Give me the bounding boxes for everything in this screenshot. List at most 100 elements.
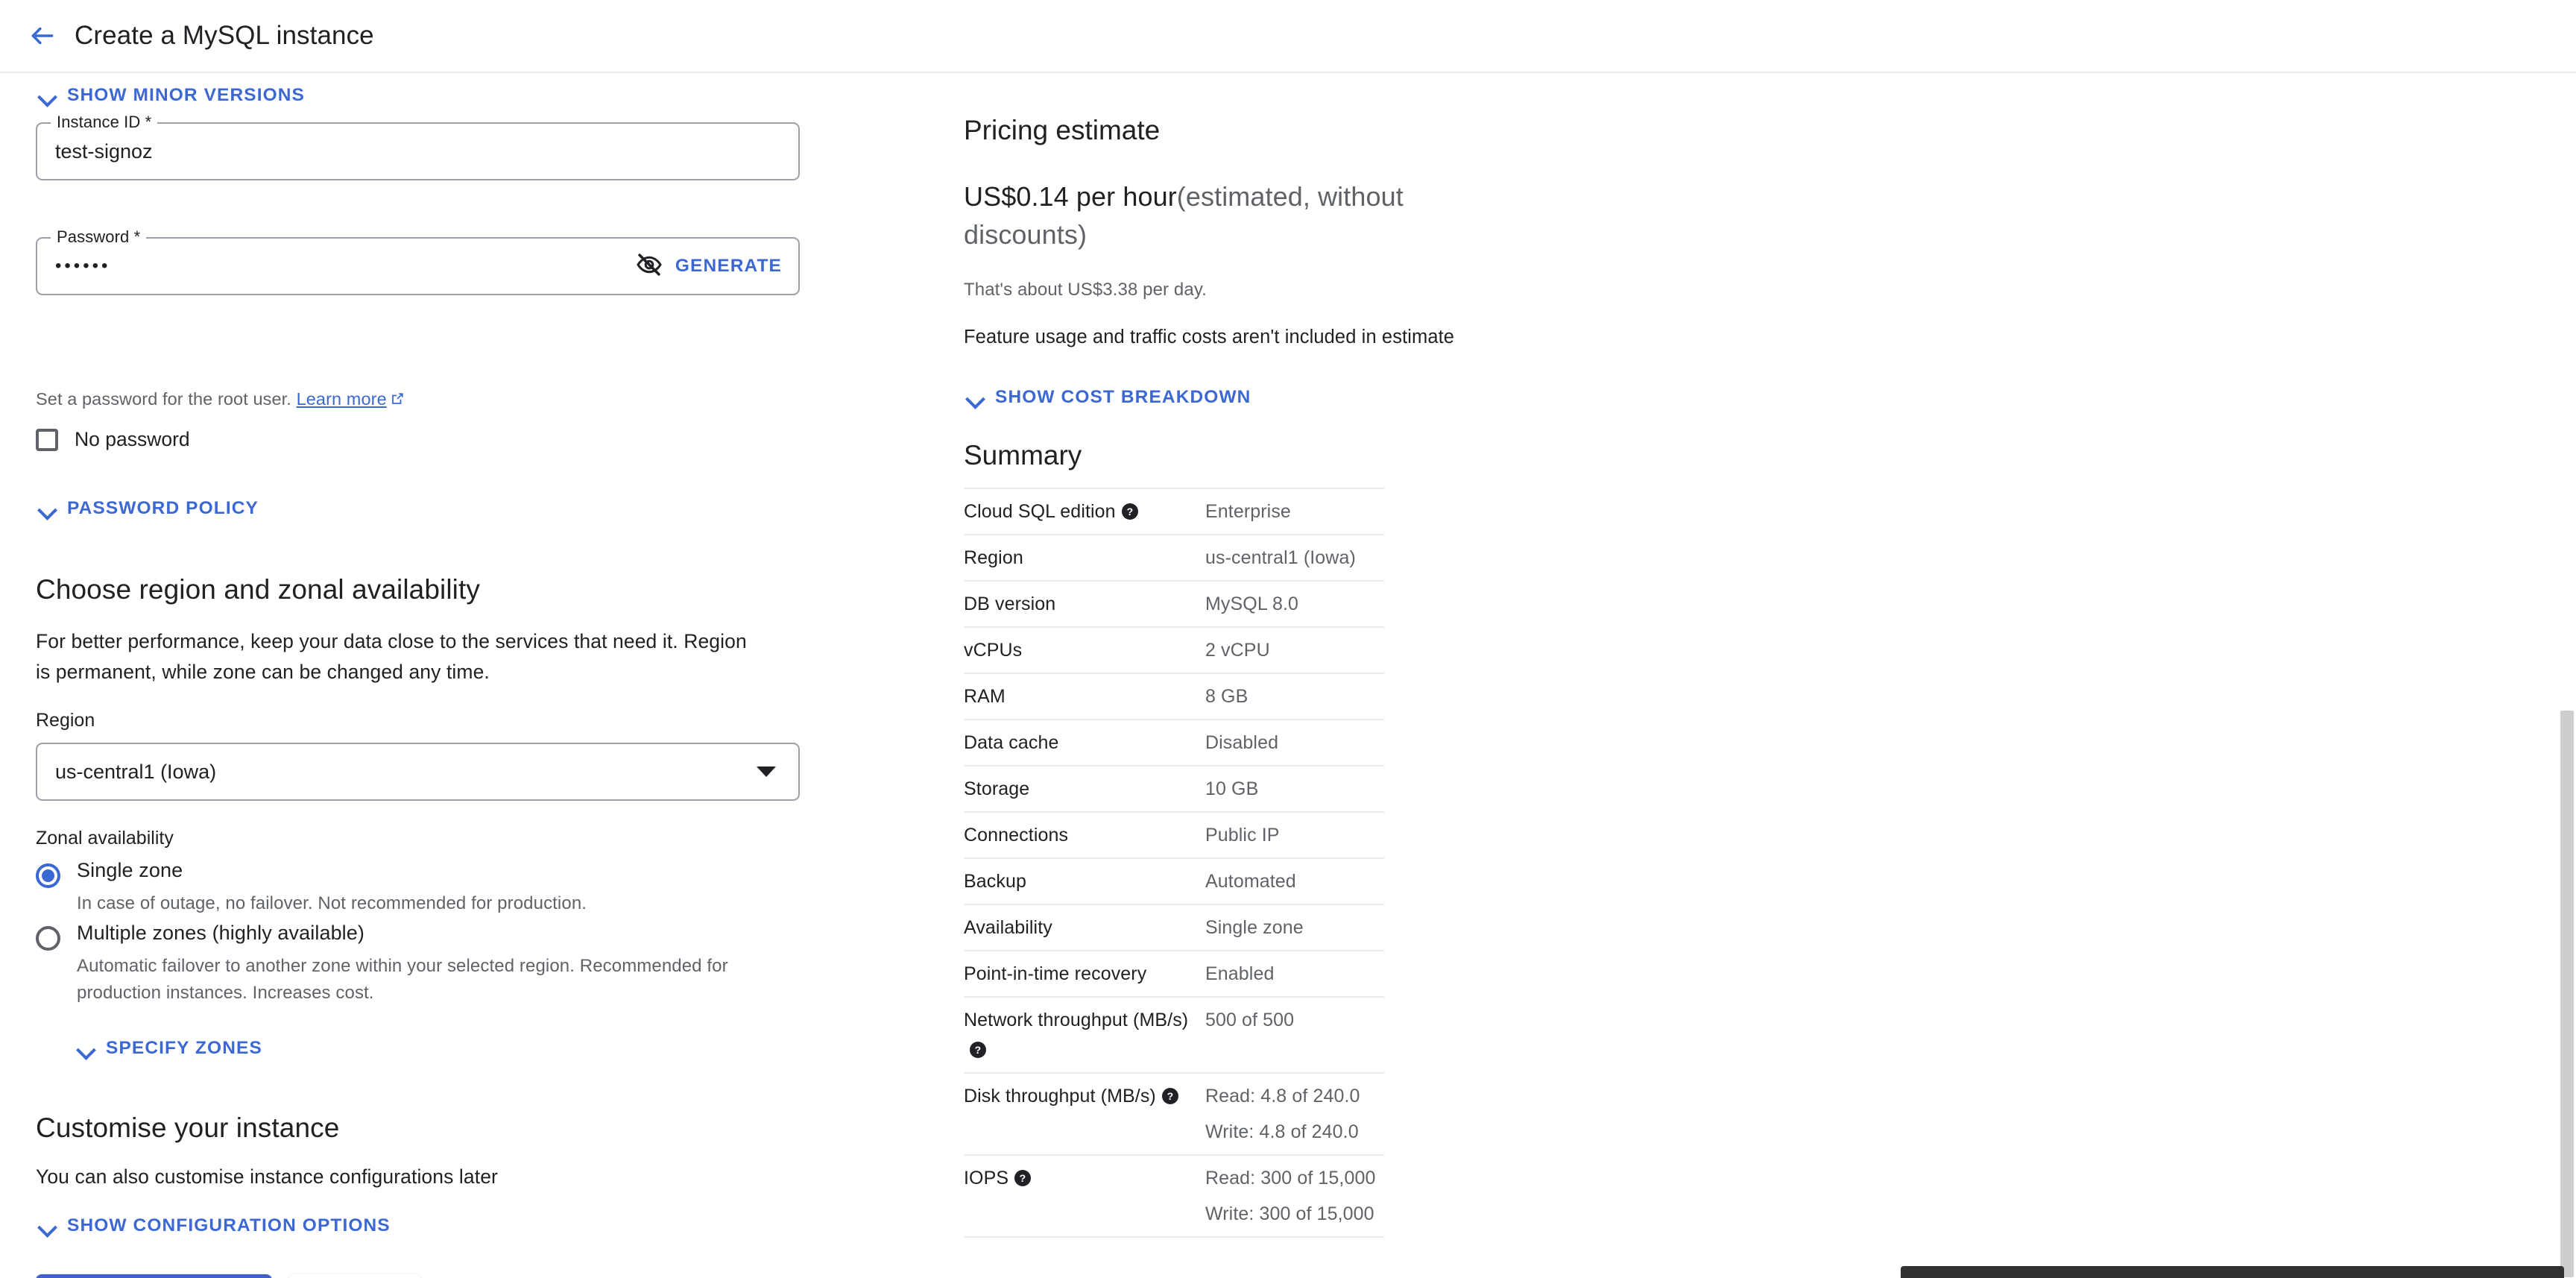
customise-section-description: You can also customise instance configur…	[36, 1165, 498, 1188]
summary-key-label: Network throughput (MB/s)	[964, 1010, 1189, 1030]
chevron-down-icon	[964, 386, 986, 409]
table-row: IOPS? Read: 300 of 15,000 Write: 300 of 15…	[964, 1154, 1384, 1238]
summary-key-label: Cloud SQL edition	[964, 501, 1116, 522]
summary-value-primary: Automated	[1205, 871, 1296, 892]
summary-row-value: 500 of 500	[1205, 996, 1384, 1073]
region-select-value: us-central1 (Iowa)	[55, 760, 217, 783]
summary-row-key: IOPS?	[964, 1154, 1205, 1238]
svg-text:?: ?	[1167, 1090, 1174, 1102]
summary-value-primary: 8 GB	[1205, 686, 1248, 707]
region-select[interactable]: us-central1 (Iowa)	[36, 743, 800, 801]
pricing-note: Feature usage and traffic costs aren't i…	[964, 327, 1455, 347]
radio-multiple-zones-description: Automatic failover to another zone withi…	[77, 956, 728, 1003]
summary-key-label: DB version	[964, 594, 1056, 614]
learn-more-link[interactable]: Learn more	[297, 389, 387, 409]
create-instance-button[interactable]: CREATE INSTANCE	[36, 1274, 272, 1278]
help-icon[interactable]: ?	[1121, 503, 1139, 520]
region-label: Region	[36, 710, 95, 731]
show-cost-breakdown-toggle[interactable]: SHOW COST BREAKDOWN	[964, 386, 1251, 409]
password-policy-toggle[interactable]: PASSWORD POLICY	[36, 497, 259, 520]
summary-heading: Summary	[964, 440, 1082, 470]
chevron-down-icon	[75, 1037, 97, 1060]
summary-value-primary: 2 vCPU	[1205, 640, 1270, 661]
summary-row-key: Backup	[964, 857, 1205, 904]
summary-row-value: Single zone	[1205, 904, 1384, 951]
table-row: Point-in-time recovery Enabled	[964, 950, 1384, 997]
summary-key-label: Availability	[964, 917, 1052, 938]
bottom-status-bar	[1901, 1266, 2564, 1278]
price-main: US$0.14 per hour	[964, 181, 1177, 212]
help-icon[interactable]: ?	[1161, 1087, 1179, 1105]
zonal-option-multiple-zones[interactable]: Multiple zones (highly available) Automa…	[36, 922, 736, 1007]
show-cost-breakdown-label: SHOW COST BREAKDOWN	[995, 387, 1251, 407]
password-helper: Set a password for the root user. Learn …	[36, 389, 404, 409]
summary-key-label: Backup	[964, 871, 1026, 892]
summary-key-label: Connections	[964, 825, 1069, 846]
summary-row-key: Connections	[964, 811, 1205, 858]
cancel-button[interactable]: CANCEL	[288, 1274, 421, 1278]
summary-value-primary: 500 of 500	[1205, 1010, 1295, 1030]
summary-key-label: Region	[964, 547, 1023, 568]
specify-zones-toggle[interactable]: SPECIFY ZONES	[75, 1037, 262, 1060]
summary-key-label: IOPS	[964, 1168, 1009, 1189]
summary-key-label: Point-in-time recovery	[964, 963, 1147, 984]
summary-row-value: 8 GB	[1205, 673, 1384, 720]
summary-row-value: MySQL 8.0	[1205, 580, 1384, 627]
no-password-checkbox-row[interactable]: No password	[36, 428, 190, 451]
back-button[interactable]	[22, 16, 63, 56]
summary-row-key: Storage	[964, 765, 1205, 812]
radio-single-zone-description: In case of outage, no failover. Not reco…	[77, 893, 587, 913]
toggle-password-visibility-button[interactable]	[629, 246, 669, 286]
show-minor-versions-toggle[interactable]: SHOW MINOR VERSIONS	[36, 84, 305, 107]
vertical-scrollbar-track[interactable]	[2558, 73, 2576, 1278]
password-label: Password *	[51, 227, 147, 247]
table-row: Storage 10 GB	[964, 765, 1384, 812]
generate-password-button[interactable]: GENERATE	[669, 256, 798, 277]
table-row: Backup Automated	[964, 857, 1384, 904]
summary-value-primary: Read: 4.8 of 240.0	[1205, 1086, 1360, 1107]
table-row: Availability Single zone	[964, 904, 1384, 951]
show-configuration-options-label: SHOW CONFIGURATION OPTIONS	[67, 1215, 391, 1235]
radio-single-zone[interactable]	[36, 863, 60, 888]
summary-row-value: Public IP	[1205, 811, 1384, 858]
summary-key-label: RAM	[964, 686, 1006, 707]
summary-value-primary: Public IP	[1205, 825, 1280, 846]
help-icon[interactable]: ?	[969, 1041, 987, 1059]
instance-id-field[interactable]: Instance ID *	[36, 113, 800, 180]
table-row: DB version MySQL 8.0	[964, 580, 1384, 627]
password-field[interactable]: Password * •••••• GENERATE	[36, 227, 800, 295]
chevron-down-icon	[36, 497, 58, 520]
summary-value-secondary: Write: 4.8 of 240.0	[1205, 1121, 1359, 1142]
summary-value-primary: MySQL 8.0	[1205, 594, 1299, 614]
eye-off-icon	[636, 251, 663, 282]
chevron-down-icon	[36, 84, 58, 107]
password-helper-text: Set a password for the root user.	[36, 389, 291, 409]
summary-key-label: vCPUs	[964, 640, 1023, 661]
show-configuration-options-toggle[interactable]: SHOW CONFIGURATION OPTIONS	[36, 1215, 391, 1237]
summary-row-value: Read: 4.8 of 240.0 Write: 4.8 of 240.0	[1205, 1072, 1384, 1155]
summary-value-secondary: Write: 300 of 15,000	[1205, 1203, 1374, 1224]
summary-row-key: Availability	[964, 904, 1205, 951]
form-actions: CREATE INSTANCE CANCEL	[36, 1274, 421, 1278]
instance-id-input[interactable]	[37, 124, 798, 179]
summary-row-value: 2 vCPU	[1205, 626, 1384, 673]
password-input[interactable]: ••••••	[37, 257, 629, 275]
instance-id-label: Instance ID *	[51, 113, 158, 132]
help-icon[interactable]: ?	[1014, 1169, 1032, 1187]
summary-value-primary: us-central1 (Iowa)	[1205, 547, 1356, 568]
summary-value-primary: Read: 300 of 15,000	[1205, 1168, 1376, 1189]
no-password-checkbox[interactable]	[36, 428, 58, 451]
summary-row-key: Region	[964, 534, 1205, 581]
pricing-estimate-value: US$0.14 per hour(estimated, without disc…	[964, 177, 1426, 254]
summary-key-label: Data cache	[964, 732, 1059, 753]
chevron-down-icon	[36, 1215, 58, 1237]
customise-section-heading: Customise your instance	[36, 1112, 340, 1143]
vertical-scrollbar-thumb[interactable]	[2560, 711, 2574, 1277]
zonal-option-single-zone[interactable]: Single zone In case of outage, no failov…	[36, 859, 781, 917]
arrow-left-icon	[28, 22, 57, 50]
table-row: vCPUs 2 vCPU	[964, 626, 1384, 673]
show-minor-versions-label: SHOW MINOR VERSIONS	[67, 85, 306, 105]
chevron-down-icon	[757, 767, 776, 777]
radio-multiple-zones[interactable]	[36, 926, 60, 951]
table-row: Region us-central1 (Iowa)	[964, 534, 1384, 581]
